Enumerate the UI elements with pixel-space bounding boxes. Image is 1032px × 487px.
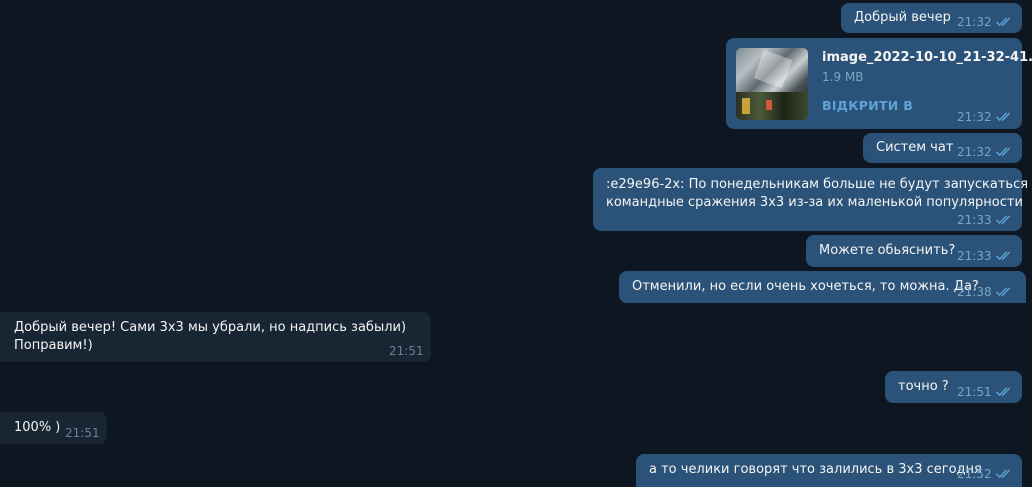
message-text-line1: :e29e96-2x: По понедельникам больше не б… [606, 177, 1029, 192]
message-bubble-incoming[interactable]: Добрый вечер! Сами 3х3 мы убрали, но над… [0, 312, 431, 362]
double-check-icon [996, 17, 1014, 27]
message-time: 21:51 [65, 426, 100, 440]
message-text: точно ? [898, 379, 949, 394]
message-text: Можете обьяснить? [819, 243, 956, 258]
message-bubble-outgoing[interactable]: Отменили, но если очень хочеться, то мож… [619, 271, 1026, 303]
message-bubble-outgoing[interactable]: точно ? 21:51 [885, 371, 1022, 403]
message-bubble-outgoing[interactable]: а то челики говорят что залились в 3х3 с… [636, 454, 1022, 487]
message-text-line2: командные сражения 3x3 из-за их маленько… [606, 195, 1023, 210]
double-check-icon [996, 469, 1014, 479]
message-text-line2: Поправим!) [14, 338, 93, 353]
double-check-icon [996, 215, 1014, 225]
message-text: Систем чат [876, 140, 954, 155]
message-time: 21:32 [957, 110, 992, 124]
image-thumbnail[interactable] [736, 48, 808, 120]
file-size: 1.9 MB [822, 70, 864, 84]
file-message-bubble[interactable]: image_2022-10-10_21-32-41.png 1.9 MB ВІД… [726, 38, 1032, 129]
message-bubble-outgoing[interactable]: Можете обьяснить? 21:33 [806, 235, 1022, 267]
message-bubble-outgoing[interactable]: Добрый вечер 21:32 [841, 3, 1022, 33]
double-check-icon [996, 251, 1014, 261]
message-text-line1: Добрый вечер! Сами 3х3 мы убрали, но над… [14, 320, 407, 335]
message-time: 21:52 [957, 467, 992, 481]
message-bubble-outgoing[interactable]: Систем чат 21:32 [863, 133, 1022, 163]
double-check-icon [996, 287, 1014, 297]
double-check-icon [996, 112, 1014, 122]
message-bubble-incoming[interactable]: 100% ) 21:51 [0, 412, 107, 444]
message-bubble-outgoing[interactable]: :e29e96-2x: По понедельникам больше не б… [593, 168, 1028, 231]
double-check-icon [996, 147, 1014, 157]
open-file-button[interactable]: ВІДКРИТИ В [822, 98, 913, 113]
message-text: а то челики говорят что залились в 3х3 с… [649, 462, 982, 477]
message-time: 21:38 [957, 285, 992, 299]
message-time: 21:32 [957, 15, 992, 29]
message-time: 21:33 [957, 213, 992, 227]
message-text: Добрый вечер [854, 10, 951, 25]
message-time: 21:51 [389, 344, 424, 358]
message-time: 21:32 [957, 145, 992, 159]
double-check-icon [996, 387, 1014, 397]
file-name: image_2022-10-10_21-32-41.png [822, 50, 1032, 65]
message-text: Отменили, но если очень хочеться, то мож… [632, 279, 979, 294]
message-text: 100% ) [14, 420, 61, 435]
message-time: 21:51 [957, 385, 992, 399]
message-time: 21:33 [957, 249, 992, 263]
